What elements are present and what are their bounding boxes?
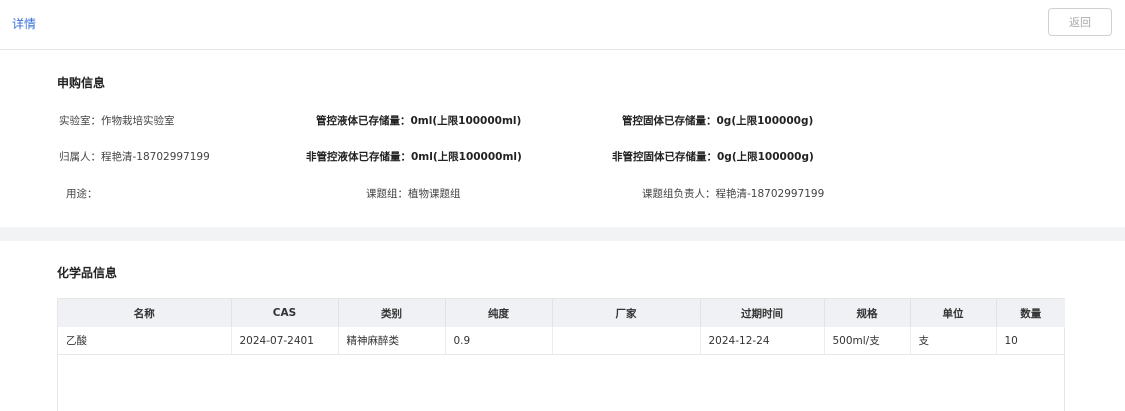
column-header-expiry: 过期时间 xyxy=(700,299,825,327)
table-header-row: 名称 CAS 类别 纯度 厂家 过期时间 规格 单位 数量 xyxy=(58,299,1065,327)
column-header-manufacturer: 厂家 xyxy=(552,299,701,327)
back-button[interactable]: 返回 xyxy=(1048,8,1112,36)
column-header-spec: 规格 xyxy=(824,299,911,327)
cell-purity: 0.9 xyxy=(445,327,553,355)
owner-field: 归属人：程艳清-18702997199 xyxy=(59,151,210,163)
cell-quantity: 10 xyxy=(996,327,1065,355)
cell-name: 乙酸 xyxy=(58,327,232,355)
group-leader-field: 课题组负责人：程艳清-18702997199 xyxy=(642,188,825,200)
purpose-field: 用途： xyxy=(66,188,98,200)
cell-cas: 2024-07-2401 xyxy=(231,327,339,355)
purchase-info-title: 申购信息 xyxy=(57,76,106,90)
chemical-table: 名称 CAS 类别 纯度 厂家 过期时间 规格 单位 数量 乙酸 2024-07… xyxy=(57,298,1065,411)
cell-expiry: 2024-12-24 xyxy=(700,327,825,355)
uncontrolled-liquid-storage: 非管控液体已存储量：0ml(上限100000ml) xyxy=(306,151,522,163)
cell-unit: 支 xyxy=(910,327,997,355)
controlled-solid-storage: 管控固体已存储量：0g(上限100000g) xyxy=(622,115,814,127)
page-title: 详情 xyxy=(12,17,37,31)
research-group-field: 课题组：植物课题组 xyxy=(366,188,461,200)
uncontrolled-solid-storage: 非管控固体已存储量：0g(上限100000g) xyxy=(612,151,814,163)
column-header-quantity: 数量 xyxy=(996,299,1065,327)
controlled-liquid-storage: 管控液体已存储量：0ml(上限100000ml) xyxy=(316,115,522,127)
column-header-unit: 单位 xyxy=(910,299,997,327)
column-header-purity: 纯度 xyxy=(445,299,553,327)
cell-manufacturer xyxy=(552,327,701,355)
column-header-cas: CAS xyxy=(231,299,339,327)
section-divider xyxy=(0,227,1125,241)
table-row: 乙酸 2024-07-2401 精神麻醉类 0.9 2024-12-24 500… xyxy=(58,327,1065,355)
column-header-name: 名称 xyxy=(58,299,232,327)
top-bar: 详情 返回 xyxy=(0,0,1125,50)
column-header-category: 类别 xyxy=(338,299,446,327)
cell-category: 精神麻醉类 xyxy=(338,327,446,355)
cell-spec: 500ml/支 xyxy=(824,327,911,355)
chemical-info-title: 化学品信息 xyxy=(57,266,118,280)
lab-field: 实验室：作物栽培实验室 xyxy=(59,115,175,127)
